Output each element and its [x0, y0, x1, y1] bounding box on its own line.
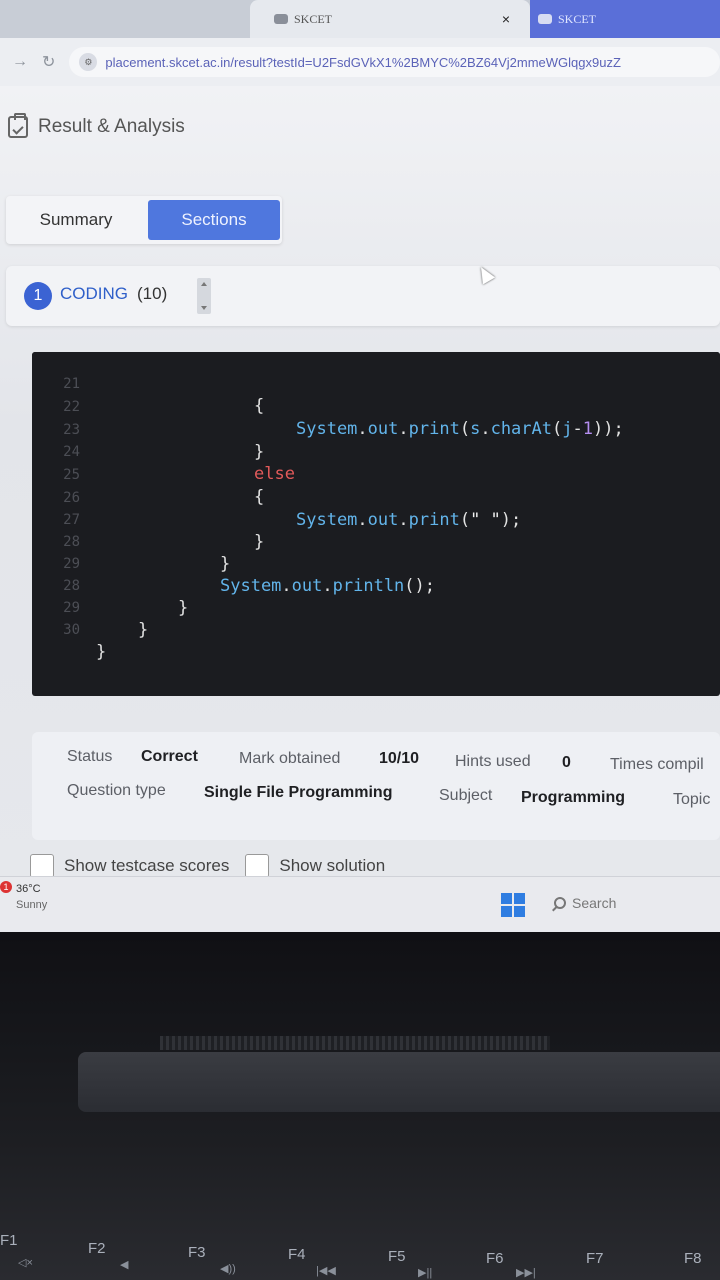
code-editor[interactable]: 21 { 22 System.out.print(s.charAt(j-1));… [32, 352, 720, 696]
mute-icon: ◁× [18, 1257, 33, 1269]
section-name: CODING [60, 284, 128, 303]
f4-key: F4 [288, 1246, 306, 1263]
weather-condition[interactable]: Sunny [16, 899, 47, 911]
times-compiled-label: Times compil [610, 756, 704, 773]
forward-arrow-icon[interactable]: → [12, 53, 28, 71]
close-tab-icon[interactable]: × [502, 11, 510, 27]
question-type-label: Question type [67, 782, 166, 799]
code-line: 22 System.out.print(s.charAt(j-1)); [32, 379, 720, 439]
volume-down-icon: ◀ [120, 1259, 129, 1271]
code-line: 30 } [32, 602, 720, 662]
section-selector[interactable]: 1 CODING (10) [6, 266, 720, 326]
result-info-card: Status Correct Mark obtained 10/10 Hints… [32, 732, 720, 840]
play-pause-icon: ▶|| [418, 1267, 433, 1279]
code-line: 28 } [32, 558, 720, 618]
speaker-grille [160, 1036, 550, 1050]
volume-up-icon: ◀)) [220, 1263, 236, 1275]
skcet-favicon-icon [538, 14, 552, 24]
search-label: Search [572, 895, 617, 911]
section-question-count: (10) [137, 284, 168, 303]
status-label: Status [67, 748, 113, 765]
tab-summary[interactable]: Summary [6, 200, 146, 240]
url-text: placement.skcet.ac.in/result?testId=U2Fs… [105, 54, 621, 70]
code-line: 29 } [32, 580, 720, 640]
code-line: 27 } [32, 492, 720, 552]
code-line: 24 else [32, 424, 720, 484]
windows-taskbar: 1 36°C Sunny Search [0, 876, 720, 932]
show-testcase-scores-label: Show testcase scores [64, 856, 230, 875]
show-testcase-scores-checkbox[interactable] [30, 854, 54, 878]
notification-badge: 1 [0, 881, 12, 893]
search-icon [554, 897, 566, 909]
f6-key: F6 [486, 1250, 504, 1267]
code-line: 26 System.out.print(" "); [32, 470, 720, 530]
hints-label: Hints used [455, 753, 531, 770]
mark-value: 10/10 [379, 750, 420, 767]
site-info-icon[interactable]: ⚙ [79, 53, 98, 71]
browser-tab-active[interactable]: SKCET × [250, 0, 530, 38]
question-type-value: Single File Programming [204, 784, 393, 801]
section-scroll-handle[interactable] [197, 278, 211, 314]
result-page: Result & Analysis Summary Sections 1 COD… [0, 86, 720, 926]
f1-key: F1 [0, 1232, 18, 1249]
next-track-icon: ▶▶| [516, 1267, 536, 1279]
view-tabs: Summary Sections [6, 196, 282, 244]
page-header: Result & Analysis [8, 113, 185, 138]
windows-start-icon[interactable] [501, 893, 525, 917]
status-value: Correct [141, 748, 198, 765]
mark-label: Mark obtained [239, 750, 341, 767]
skcet-favicon-icon [274, 14, 288, 24]
show-solution-checkbox[interactable] [245, 854, 270, 878]
code-line: 29 System.out.println(); [32, 536, 720, 596]
taskbar-search[interactable]: Search [554, 895, 616, 911]
f2-key: F2 [88, 1240, 106, 1257]
subject-value: Programming [521, 789, 626, 806]
tab-title: SKCET [558, 11, 597, 26]
code-top-fade [32, 352, 720, 364]
section-number-badge: 1 [24, 282, 52, 310]
browser-tab-other[interactable]: SKCET [530, 0, 720, 38]
hints-value: 0 [562, 754, 571, 771]
options-row: Show testcase scores Show solution [30, 854, 385, 878]
tab-title: SKCET [294, 11, 333, 26]
laptop-hinge [78, 1052, 720, 1112]
reload-icon[interactable]: ↻ [42, 52, 55, 72]
weather-temperature[interactable]: 36°C [16, 883, 41, 895]
line-number: 30 [63, 622, 80, 638]
url-field[interactable]: ⚙ placement.skcet.ac.in/result?testId=U2… [69, 47, 720, 77]
topic-label: Topic [673, 791, 711, 808]
show-solution-label: Show solution [279, 856, 386, 875]
f7-key: F7 [586, 1250, 604, 1267]
code-text: } [96, 642, 107, 662]
f5-key: F5 [388, 1248, 406, 1265]
code-line: 23 } [32, 402, 720, 462]
browser-tab-bar: SKCET × SKCET [0, 0, 720, 40]
previous-track-icon: |◀◀ [316, 1265, 336, 1277]
code-line: 28 } [32, 514, 720, 574]
code-line: 25 { [32, 447, 720, 507]
f3-key: F3 [188, 1244, 206, 1261]
clipboard-check-icon [8, 113, 28, 138]
page-title: Result & Analysis [38, 116, 185, 137]
tab-sections[interactable]: Sections [148, 200, 280, 240]
subject-label: Subject [439, 787, 493, 804]
address-bar: → ↻ ⚙ placement.skcet.ac.in/result?testI… [0, 38, 720, 86]
f8-key: F8 [684, 1250, 702, 1267]
